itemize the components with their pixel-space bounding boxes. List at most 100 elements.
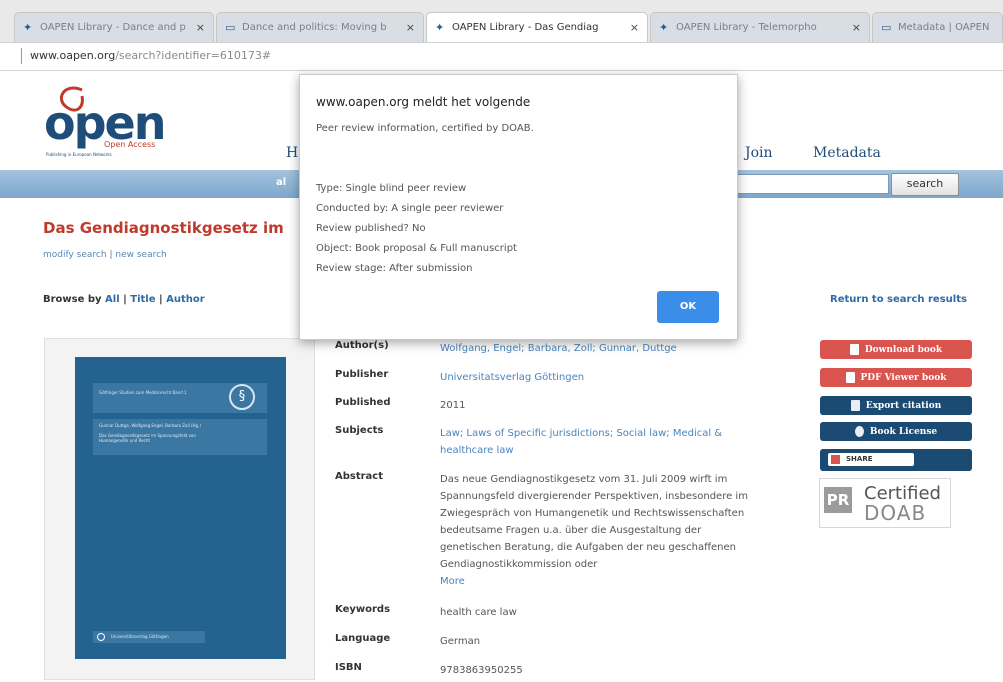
meta-publisher-value[interactable]: Universitatsverlag Göttingen — [440, 369, 760, 386]
browse-all-link[interactable]: All — [105, 294, 120, 305]
download-book-button[interactable]: Download book — [820, 340, 972, 359]
cover-authors: Gunnar Duttge, Wolfgang Engel, Barbara Z… — [99, 423, 201, 428]
return-to-results-link[interactable]: Return to search results — [830, 294, 967, 305]
tab-oapen-gendiag[interactable]: ✦ OAPEN Library - Das Gendiag × — [426, 12, 648, 42]
button-label: SHARE — [846, 455, 873, 463]
separator: | — [109, 250, 113, 260]
pdf-icon — [845, 372, 855, 383]
page-icon: ▭ — [225, 20, 236, 34]
tab-label: OAPEN Library - Dance and p — [40, 22, 186, 33]
dialog-title: www.oapen.org meldt het volgende — [316, 95, 531, 109]
share-icon — [831, 455, 840, 464]
browse-by: Browse by All | Title | Author — [43, 294, 205, 305]
nav-metadata[interactable]: Metadata — [813, 145, 881, 161]
browser-tab-strip: ✦ OAPEN Library - Dance and p × ▭ Dance … — [0, 0, 1003, 43]
dialog-stage: Review stage: After submission — [316, 263, 473, 274]
book-license-button[interactable]: Book License — [820, 422, 972, 441]
logo-subtitle: Open Access — [104, 140, 156, 149]
oapen-icon: ✦ — [435, 20, 445, 34]
pdf-icon — [849, 344, 859, 355]
search-button[interactable]: search — [891, 173, 959, 196]
bar-text: al — [276, 177, 287, 188]
button-label: Download book — [864, 344, 943, 355]
oapen-logo[interactable]: open Open Access Publishing in European … — [44, 84, 166, 162]
license-icon — [854, 426, 864, 437]
url-host: www.oapen.org — [30, 49, 116, 62]
browse-label: Browse by — [43, 294, 102, 305]
doab-text: DOAB — [864, 501, 927, 525]
share-button[interactable]: SHARE — [828, 453, 914, 466]
url-path: /search?identifier=610173# — [115, 49, 272, 62]
oapen-icon: ✦ — [23, 20, 33, 34]
close-icon[interactable]: × — [406, 21, 415, 34]
search-links: modify search | new search — [43, 250, 167, 260]
tab-label: Dance and politics: Moving b — [242, 22, 387, 33]
address-bar[interactable]: www.oapen.org/search?identifier=610173# — [0, 43, 1003, 71]
close-icon[interactable]: × — [852, 21, 861, 34]
cover-publisher: Universitätsverlag Göttingen — [111, 634, 169, 639]
cover-series: Göttinger Studien zum Medizinrecht Band … — [99, 390, 187, 395]
meta-label: ISBN — [335, 662, 362, 673]
more-link[interactable]: More — [440, 576, 465, 587]
meta-keywords-value: health care law — [440, 607, 517, 618]
divider — [21, 48, 22, 64]
meta-published-value: 2011 — [440, 400, 466, 411]
browse-author-link[interactable]: Author — [166, 294, 205, 305]
meta-label: Publisher — [335, 369, 389, 380]
meta-label: Subjects — [335, 425, 384, 436]
ok-button[interactable]: OK — [657, 291, 719, 323]
oapen-icon: ✦ — [659, 20, 669, 34]
meta-label: Keywords — [335, 604, 391, 615]
modify-search-link[interactable]: modify search — [43, 250, 107, 260]
close-icon[interactable]: × — [196, 21, 205, 34]
export-citation-button[interactable]: Export citation — [820, 396, 972, 415]
pdf-viewer-button[interactable]: PDF Viewer book — [820, 368, 972, 387]
tab-metadata[interactable]: ▭ Metadata | OAPEN — [872, 12, 1003, 42]
dialog-object: Object: Book proposal & Full manuscript — [316, 243, 517, 254]
publisher-logo-icon — [97, 633, 105, 641]
nav-join[interactable]: Join — [745, 145, 773, 161]
tab-dance-politics[interactable]: ▭ Dance and politics: Moving b × — [216, 12, 424, 42]
share-bar: SHARE — [820, 449, 972, 471]
cover-authors-band: Gunnar Duttge, Wolfgang Engel, Barbara Z… — [93, 419, 267, 455]
button-label: Book License — [869, 426, 938, 437]
new-search-link[interactable]: new search — [115, 250, 166, 260]
separator: | — [123, 294, 127, 305]
search-input[interactable] — [715, 174, 889, 194]
meta-isbn-value: 9783863950255 — [440, 665, 523, 676]
button-label: PDF Viewer book — [860, 372, 947, 383]
document-icon — [850, 400, 860, 411]
pr-logo: PR — [824, 487, 852, 513]
tab-oapen-telemorpho[interactable]: ✦ OAPEN Library - Telemorpho × — [650, 12, 870, 42]
meta-label: Language — [335, 633, 391, 644]
doab-certified-badge[interactable]: PR Certified DOAB — [819, 478, 951, 528]
paragraph-seal-icon: § — [229, 384, 255, 410]
dialog-conducted: Conducted by: A single peer reviewer — [316, 203, 504, 214]
close-icon[interactable]: × — [630, 21, 639, 34]
page-title: Das Gendiagnostikgesetz im — [43, 219, 284, 237]
browse-title-link[interactable]: Title — [130, 294, 155, 305]
logo-tagline: Publishing in European Networks — [46, 152, 112, 157]
nav-home[interactable]: H — [286, 145, 298, 161]
dialog-published: Review published? No — [316, 223, 426, 234]
meta-authors-value[interactable]: Wolfgang, Engel; Barbara, Zoll; Gunnar, … — [440, 340, 760, 357]
url-text[interactable]: www.oapen.org/search?identifier=610173# — [30, 49, 271, 62]
tab-label: OAPEN Library - Telemorpho — [676, 22, 817, 33]
meta-label: Published — [335, 397, 391, 408]
cover-title: Das Gendiagnostikgesetz im Spannungsfeld… — [99, 433, 196, 443]
meta-label: Abstract — [335, 471, 384, 482]
meta-subjects-value[interactable]: Law; Laws of Specific jurisdictions; Soc… — [440, 425, 760, 459]
cover-publisher-band: Universitätsverlag Göttingen — [93, 631, 205, 643]
dialog-subtitle: Peer review information, certified by DO… — [316, 123, 534, 134]
meta-language-value: German — [440, 636, 481, 647]
alert-dialog: www.oapen.org meldt het volgende Peer re… — [299, 74, 738, 340]
button-label: Export citation — [865, 400, 942, 411]
oapen-logo-mark: open — [44, 86, 166, 150]
tab-label: OAPEN Library - Das Gendiag — [452, 22, 599, 33]
tab-oapen-dance[interactable]: ✦ OAPEN Library - Dance and p × — [14, 12, 214, 42]
book-cover[interactable]: Göttinger Studien zum Medizinrecht Band … — [75, 357, 286, 659]
dialog-type: Type: Single blind peer review — [316, 183, 467, 194]
page-icon: ▭ — [881, 20, 892, 34]
tab-label: Metadata | OAPEN — [898, 22, 990, 33]
abstract-text: Das neue Gendiagnostikgesetz vom 31. Jul… — [440, 474, 748, 570]
